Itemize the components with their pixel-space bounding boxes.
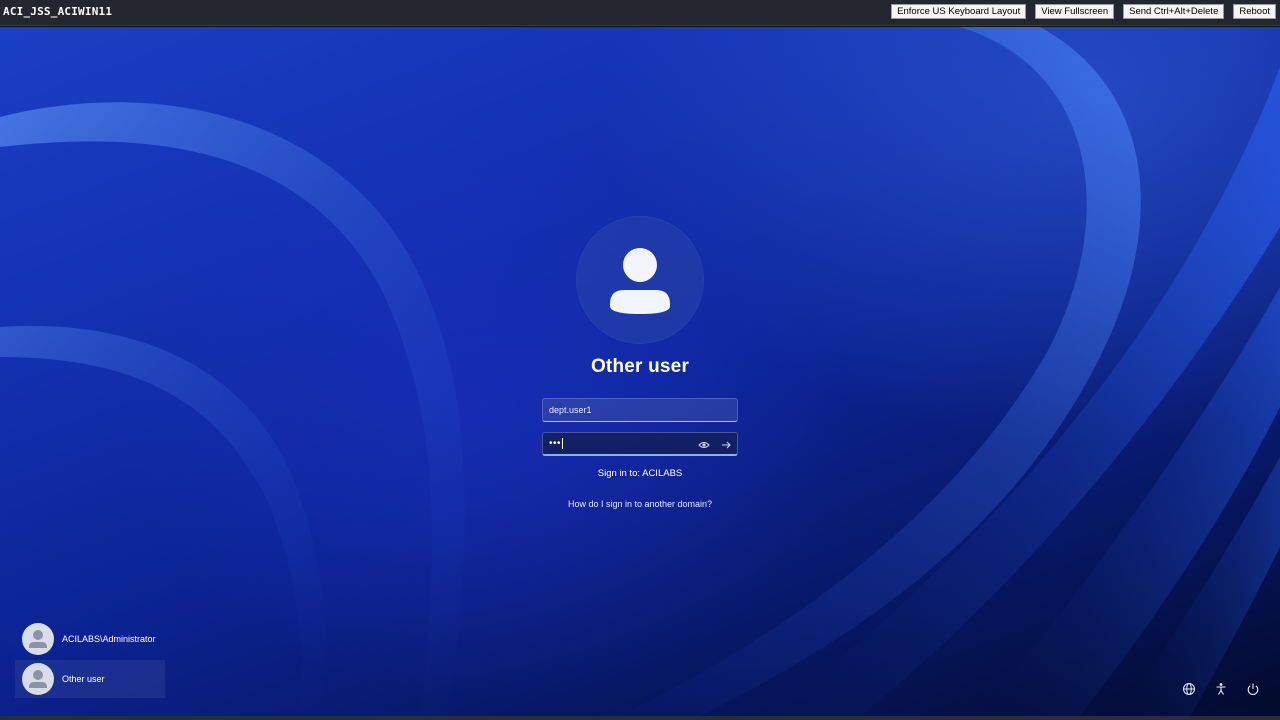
window-title: ACI_JSS_ACIWIN11 (3, 5, 113, 18)
toolbar-buttons: Enforce US Keyboard Layout View Fullscre… (891, 4, 1276, 19)
signin-user-name: Other user (590, 356, 690, 377)
user-list: ACILABS\Administrator Other user (15, 620, 165, 700)
enforce-us-keyboard-button[interactable]: Enforce US Keyboard Layout (891, 4, 1027, 19)
toolbar: ACI_JSS_ACIWIN11 Enforce US Keyboard Lay… (0, 0, 1280, 26)
system-icons (1182, 682, 1260, 696)
password-field[interactable]: ••• (542, 432, 738, 456)
user-avatar (576, 216, 704, 344)
user-item-administrator[interactable]: ACILABS\Administrator (15, 620, 165, 658)
reboot-button[interactable]: Reboot (1233, 4, 1276, 19)
sign-in-domain-text: Sign in to: ACILABS (597, 468, 683, 479)
reveal-password-icon[interactable] (698, 439, 710, 451)
other-domain-link[interactable]: How do I sign in to another domain? (520, 499, 760, 509)
text-caret (562, 438, 564, 449)
bottom-strip (0, 716, 1280, 720)
avatar (22, 623, 54, 655)
user-avatar-icon (610, 248, 670, 314)
username-value: dept.user1 (549, 405, 592, 415)
power-icon[interactable] (1246, 682, 1260, 696)
view-fullscreen-button[interactable]: View Fullscreen (1035, 4, 1115, 19)
user-icon (29, 670, 47, 688)
network-icon[interactable] (1182, 682, 1196, 696)
avatar (22, 663, 54, 695)
user-item-other-user[interactable]: Other user (15, 660, 165, 698)
user-item-label: Other user (62, 674, 105, 684)
accessibility-icon[interactable] (1214, 682, 1228, 696)
password-value: ••• (549, 438, 562, 449)
send-ctrl-alt-delete-button[interactable]: Send Ctrl+Alt+Delete (1123, 4, 1225, 19)
submit-arrow-icon[interactable] (720, 439, 732, 451)
user-item-label: ACILABS\Administrator (62, 634, 156, 644)
username-field[interactable]: dept.user1 (542, 398, 738, 422)
user-icon (29, 630, 47, 648)
